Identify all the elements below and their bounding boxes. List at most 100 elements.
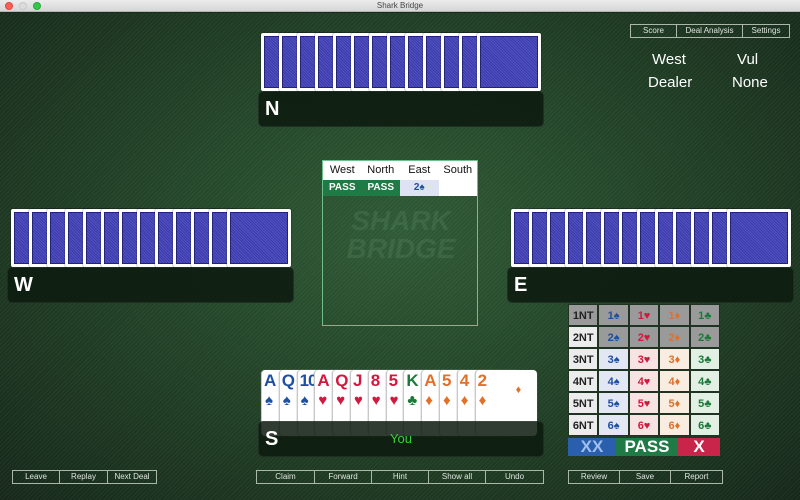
window-title: Shark Bridge xyxy=(376,1,424,10)
north-nameplate: N xyxy=(258,91,544,127)
card-suit-icon: ♦ xyxy=(425,392,433,409)
bid-button: 1NT xyxy=(568,304,599,326)
bid-button[interactable]: 3♠ xyxy=(598,348,629,370)
bid-row: 4NT 4♠ 4♥ 4♦ 4♣ xyxy=(568,370,721,392)
title-bar: Shark Bridge xyxy=(0,0,800,12)
bid-button[interactable]: 6♥ xyxy=(628,414,660,436)
east-seat-label: E xyxy=(514,274,528,296)
show-all-button[interactable]: Show all xyxy=(429,471,486,483)
bid-button: 2♦ xyxy=(659,326,690,348)
auction-bid-west: PASS xyxy=(323,180,362,196)
replay-button[interactable]: Replay xyxy=(60,471,108,483)
shark-bridge-logo: SHARK BRIDGE xyxy=(346,205,456,264)
bid-button: 2♥ xyxy=(628,326,660,348)
score-button[interactable]: Score xyxy=(631,25,677,37)
card-suit-icon: ♠ xyxy=(300,392,309,409)
bottom-right-bar: Review Save Report xyxy=(568,470,723,484)
card-suit-icon: ♥ xyxy=(354,392,363,409)
bid-row: 6NT 6♠ 6♥ 6♦ 6♣ xyxy=(568,414,721,436)
leave-button[interactable]: Leave xyxy=(13,471,60,483)
auction-header-north: North xyxy=(367,164,395,176)
bid-button: 1♦ xyxy=(659,304,690,326)
redouble-button[interactable]: XX xyxy=(568,438,616,456)
card-back xyxy=(477,33,541,91)
bid-button[interactable]: 4♣ xyxy=(689,370,721,392)
bid-actions: XX PASS X xyxy=(568,438,720,456)
pass-button[interactable]: PASS xyxy=(616,438,678,456)
card-rank: Q xyxy=(335,371,348,390)
card-rank: A xyxy=(317,371,329,390)
bottom-center-bar: Claim Forward Hint Show all Undo xyxy=(256,470,544,484)
card-suit-icon: ♥ xyxy=(336,392,346,409)
card-table: Score Deal Analysis Settings West Dealer… xyxy=(0,13,800,500)
bid-row: 1NT 1♠ 1♥ 1♦ 1♣ xyxy=(568,304,721,326)
card-suit-icon: ♣ xyxy=(407,392,418,409)
bid-button: 1♠ xyxy=(598,304,629,326)
bidding-box: 1NT 1♠ 1♥ 1♦ 1♣ 2NT 2♠ 2♥ 2♦ 2♣ 3NT 3♠ 3♥ 3♦ 3♣ 4NT 4♠ 4♥… xyxy=(568,304,721,456)
dealer-label: Dealer xyxy=(648,74,693,91)
double-button[interactable]: X xyxy=(678,438,720,456)
south-nameplate: S You xyxy=(258,421,544,457)
card-suit-icon: ♦ xyxy=(460,392,469,409)
dealer-value: West xyxy=(652,51,686,68)
bid-button[interactable]: 2NT xyxy=(568,326,599,348)
card-rank: A xyxy=(264,371,276,390)
card-suit-icon: ♦ xyxy=(478,392,487,409)
auction-panel: West North East South PASS PASS 2♠ SHARK… xyxy=(322,160,478,326)
next-deal-button[interactable]: Next Deal xyxy=(108,471,156,483)
bid-button[interactable]: 5♥ xyxy=(628,392,660,414)
bid-row: 3NT 3♠ 3♥ 3♦ 3♣ xyxy=(568,348,721,370)
bid-button[interactable]: 6♣ xyxy=(689,414,721,436)
vul-label: Vul xyxy=(737,51,759,68)
settings-button[interactable]: Settings xyxy=(743,25,789,37)
bid-button[interactable]: 5♠ xyxy=(598,392,629,414)
bid-button: 1♣ xyxy=(689,304,721,326)
auction-bid-south xyxy=(438,180,477,196)
card-rank: K xyxy=(406,371,418,390)
auction-header-south: South xyxy=(443,164,473,176)
bid-button[interactable]: 6♠ xyxy=(598,414,629,436)
card-rank: J xyxy=(353,371,363,390)
bid-button[interactable]: 3♥ xyxy=(628,348,660,370)
bid-row: 5NT 5♠ 5♥ 5♦ 5♣ xyxy=(568,392,721,414)
card-rank: 4 xyxy=(459,371,470,390)
bid-button[interactable]: 5♣ xyxy=(689,392,721,414)
forward-button[interactable]: Forward xyxy=(315,471,372,483)
save-button[interactable]: Save xyxy=(620,471,671,483)
report-button[interactable]: Report xyxy=(671,471,722,483)
bid-button[interactable]: 4♥ xyxy=(628,370,660,392)
bid-button: 1♥ xyxy=(628,304,660,326)
bid-button[interactable]: 6♦ xyxy=(659,414,690,436)
bid-button[interactable]: 5♦ xyxy=(659,392,690,414)
west-nameplate: W xyxy=(7,267,294,303)
auction-header: West North East South xyxy=(323,161,477,180)
bid-button[interactable]: 4♠ xyxy=(598,370,629,392)
bid-button[interactable]: 4♦ xyxy=(659,370,690,392)
auction-bid-north: PASS xyxy=(361,180,400,196)
bid-button[interactable]: 3♦ xyxy=(659,348,690,370)
vul-value: None xyxy=(732,74,768,91)
bid-button[interactable]: 3NT xyxy=(568,348,599,370)
card-rank: 5 xyxy=(442,371,452,390)
card-back xyxy=(227,209,291,267)
top-menu-bar: Score Deal Analysis Settings xyxy=(630,24,790,38)
west-seat-label: W xyxy=(14,274,33,296)
bid-button[interactable]: 5NT xyxy=(568,392,599,414)
card-suit-icon: ♥ xyxy=(389,392,399,409)
bid-button[interactable]: 6NT xyxy=(568,414,599,436)
auction-bid-east: 2♠ xyxy=(400,180,439,196)
bid-button[interactable]: 4NT xyxy=(568,370,599,392)
claim-button[interactable]: Claim xyxy=(257,471,315,483)
card-rank: 8 xyxy=(370,371,381,390)
card-rank: A xyxy=(424,371,436,390)
east-nameplate: E xyxy=(507,267,794,303)
bid-button[interactable]: 3♣ xyxy=(689,348,721,370)
card-rank: Q xyxy=(281,371,295,390)
deal-analysis-button[interactable]: Deal Analysis xyxy=(677,25,743,37)
card-pip-icon: ♦ xyxy=(515,384,522,396)
bottom-left-bar: Leave Replay Next Deal xyxy=(12,470,157,484)
review-button[interactable]: Review xyxy=(569,471,620,483)
card-suit-icon: ♥ xyxy=(318,392,328,409)
hint-button[interactable]: Hint xyxy=(372,471,429,483)
undo-button[interactable]: Undo xyxy=(486,471,543,483)
